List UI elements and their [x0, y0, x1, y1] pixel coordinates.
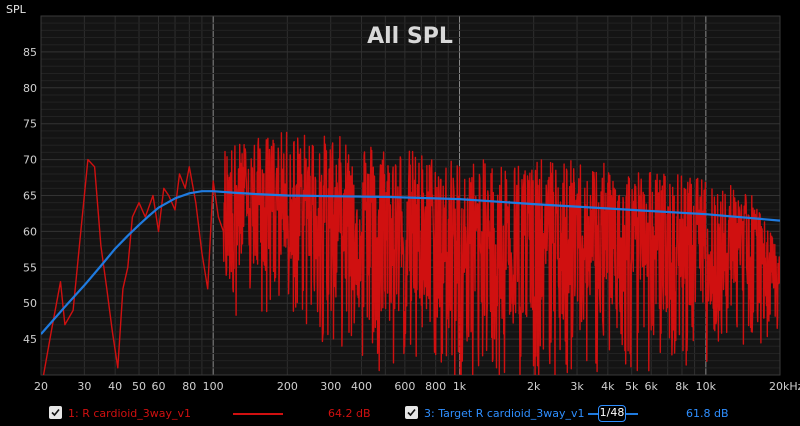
checkmark-icon	[51, 408, 60, 417]
x-tick-label: 5k	[625, 380, 639, 393]
x-tick-label: 6k	[645, 380, 659, 393]
checkmark-icon	[407, 408, 416, 417]
series-3-swatch-left	[588, 413, 598, 415]
series-1-checkbox[interactable]	[49, 406, 62, 419]
x-tick-label: 30	[77, 380, 91, 393]
legend-bar: 1: R cardioid_3way_v1 64.2 dB 3: Target …	[0, 400, 800, 426]
x-tick-label: 2k	[527, 380, 541, 393]
spl-chart[interactable]: 85 80 75 70 65 60 55 50 45 20 30 40 50 60 80 100 200 300 4…	[0, 0, 800, 400]
series-3-label[interactable]: 3: Target R cardioid_3way_v1	[424, 407, 585, 420]
x-tick-label: 800	[425, 380, 446, 393]
y-tick-label: 45	[23, 333, 37, 346]
x-tick-label: 100	[203, 380, 224, 393]
x-tick-label: 60	[152, 380, 166, 393]
x-tick-label: 600	[394, 380, 415, 393]
smoothing-button[interactable]: 1/48	[598, 405, 626, 422]
x-tick-label: 200	[277, 380, 298, 393]
x-tick-label: 3k	[570, 380, 584, 393]
x-tick-label: 300	[320, 380, 341, 393]
y-axis-label: SPL	[6, 3, 27, 16]
x-tick-label: 400	[351, 380, 372, 393]
y-tick-label: 50	[23, 297, 37, 310]
y-tick-label: 55	[23, 261, 37, 274]
series-3-swatch-right	[626, 413, 638, 415]
x-tick-label: 40	[108, 380, 122, 393]
x-tick-label: 10k	[696, 380, 717, 393]
x-tick-label: 80	[182, 380, 196, 393]
series-3-checkbox[interactable]	[405, 406, 418, 419]
y-tick-label: 85	[23, 46, 37, 59]
x-tick-label: 4k	[601, 380, 615, 393]
spl-graph-window: 85 80 75 70 65 60 55 50 45 20 30 40 50 60 80 100 200 300 4…	[0, 0, 800, 426]
y-tick-label: 75	[23, 118, 37, 131]
y-tick-label: 60	[23, 225, 37, 238]
x-tick-label: 1k	[453, 380, 467, 393]
x-tick-label: 50	[132, 380, 146, 393]
y-tick-label: 65	[23, 190, 37, 203]
y-tick-label: 70	[23, 154, 37, 167]
series-1-level: 64.2 dB	[328, 407, 371, 420]
chart-title: All SPL	[367, 24, 453, 49]
x-tick-label: 20kHz	[769, 380, 800, 393]
x-tick-label: 20	[34, 380, 48, 393]
series-1-swatch	[233, 413, 283, 415]
x-tick-label: 8k	[675, 380, 689, 393]
series-1-label[interactable]: 1: R cardioid_3way_v1	[68, 407, 191, 420]
series-3-level: 61.8 dB	[686, 407, 729, 420]
y-tick-label: 80	[23, 82, 37, 95]
